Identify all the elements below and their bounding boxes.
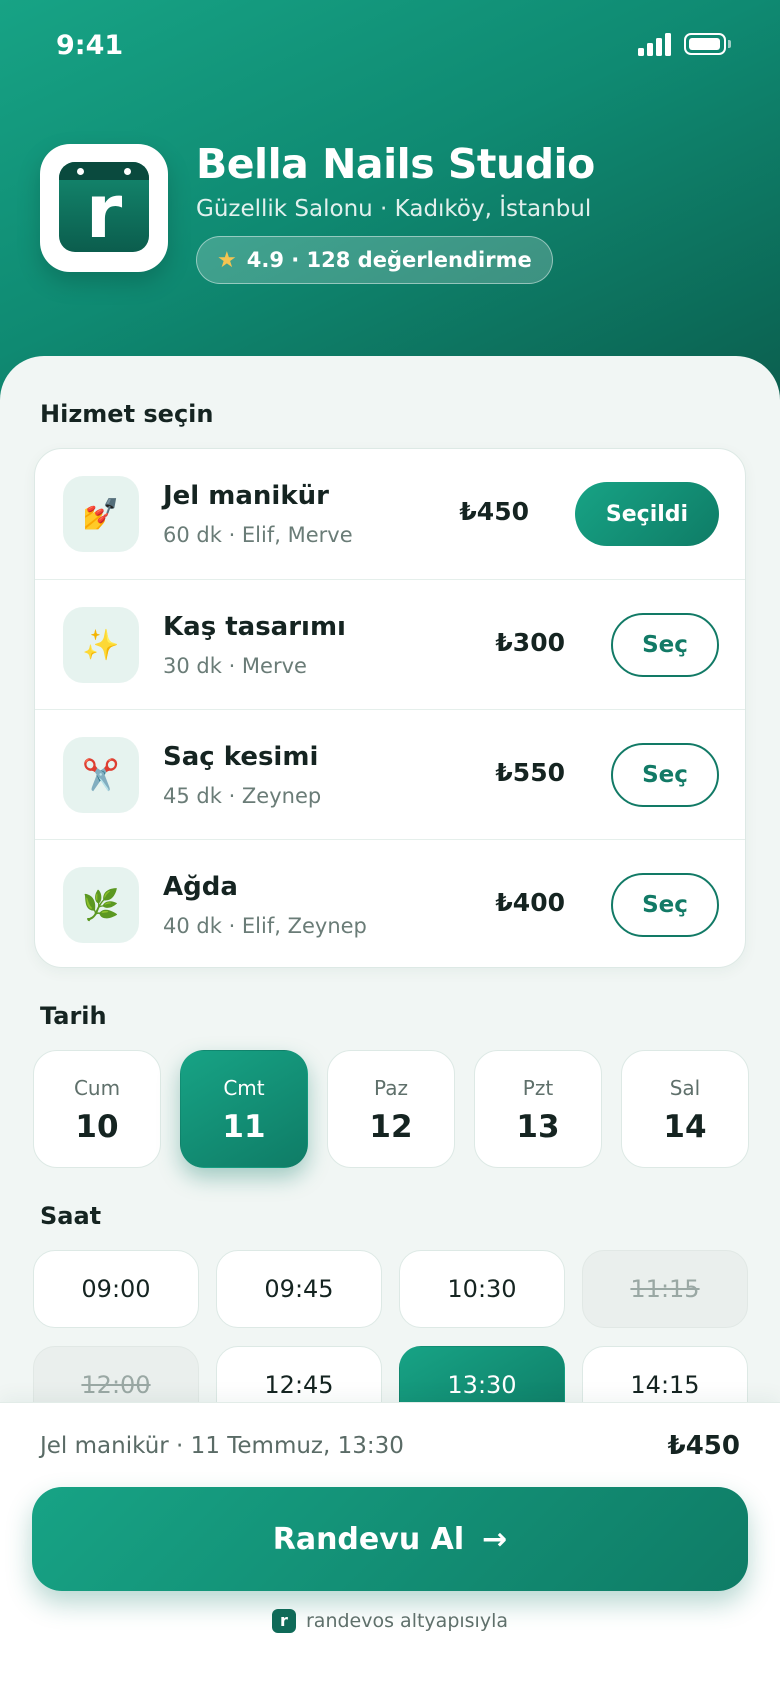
service-name: Jel manikür [163, 481, 329, 511]
booking-total: ₺450 [667, 1431, 740, 1461]
rating-text: 4.9 · 128 değerlendirme [246, 248, 532, 272]
service-price: ₺300 [495, 628, 565, 657]
selected-button[interactable]: Seçildi [575, 482, 719, 546]
date-option[interactable]: Cum 10 [33, 1050, 161, 1168]
star-icon: ★ [217, 247, 237, 273]
time-slot[interactable]: 10:30 [399, 1250, 565, 1328]
status-bar: 9:41 [0, 0, 780, 92]
select-button[interactable]: Seç [611, 873, 719, 937]
salon-subtitle: Güzellik Salonu · Kadıköy, İstanbul [196, 196, 592, 222]
date-weekday: Paz [374, 1076, 408, 1100]
salon-logo: r [40, 144, 168, 272]
nail-polish-icon: 💅 [63, 476, 139, 552]
service-price: ₺450 [459, 497, 529, 526]
powered-by[interactable]: r randevos altyapısıyla [0, 1609, 780, 1633]
service-meta: 40 dk · Elif, Zeynep [163, 914, 367, 938]
date-option[interactable]: Paz 12 [327, 1050, 455, 1168]
scissors-icon: ✂️ [63, 737, 139, 813]
service-item-jel-manikur[interactable]: 💅 Jel manikür 60 dk · Elif, Merve ₺450 S… [35, 449, 745, 579]
status-time: 9:41 [56, 30, 124, 61]
powered-by-text: randevos altyapısıyla [306, 1610, 508, 1632]
service-name: Ağda [163, 872, 238, 902]
time-slot-unavailable: 11:15 [582, 1250, 748, 1328]
service-price: ₺400 [495, 888, 565, 917]
time-slot[interactable]: 09:00 [33, 1250, 199, 1328]
book-appointment-button[interactable]: Randevu Al → [32, 1487, 748, 1591]
rating-badge[interactable]: ★ 4.9 · 128 değerlendirme [196, 236, 553, 284]
service-meta: 30 dk · Merve [163, 654, 307, 678]
time-title: Saat [40, 1202, 102, 1230]
signal-icon [638, 32, 672, 56]
date-weekday: Sal [669, 1076, 701, 1100]
service-name: Kaş tasarımı [163, 612, 346, 642]
date-weekday: Cmt [223, 1076, 265, 1100]
calendar-icon: r [59, 162, 149, 252]
date-weekday: Cum [73, 1076, 121, 1100]
service-meta: 45 dk · Zeynep [163, 784, 322, 808]
select-button[interactable]: Seç [611, 743, 719, 807]
service-price: ₺550 [495, 758, 565, 787]
service-list: 💅 Jel manikür 60 dk · Elif, Merve ₺450 S… [34, 448, 746, 968]
arrow-right-icon: → [482, 1521, 508, 1557]
date-day: 14 [663, 1109, 707, 1145]
service-item-agda[interactable]: 🌿 Ağda 40 dk · Elif, Zeynep ₺400 Seç [35, 839, 745, 967]
service-item-sac-kesimi[interactable]: ✂️ Saç kesimi 45 dk · Zeynep ₺550 Seç [35, 709, 745, 839]
battery-icon [684, 33, 731, 55]
randevos-logo-icon: r [272, 1609, 296, 1633]
date-day: 11 [222, 1109, 266, 1145]
sparkles-icon: ✨ [63, 607, 139, 683]
date-option[interactable]: Sal 14 [621, 1050, 749, 1168]
service-item-kas-tasarimi[interactable]: ✨ Kaş tasarımı 30 dk · Merve ₺300 Seç [35, 579, 745, 709]
time-slot[interactable]: 09:45 [216, 1250, 382, 1328]
select-button[interactable]: Seç [611, 613, 719, 677]
date-day: 13 [516, 1109, 560, 1145]
service-name: Saç kesimi [163, 742, 319, 772]
herb-icon: 🌿 [63, 867, 139, 943]
date-title: Tarih [40, 1002, 107, 1030]
service-meta: 60 dk · Elif, Merve [163, 523, 353, 547]
date-day: 10 [75, 1109, 119, 1145]
date-picker: Cum 10 Cmt 11 Paz 12 Pzt 13 Sal 14 [33, 1050, 749, 1168]
date-day: 12 [369, 1109, 413, 1145]
date-weekday: Pzt [522, 1076, 554, 1100]
booking-summary: Jel manikür · 11 Temmuz, 13:30 [40, 1433, 404, 1459]
date-option[interactable]: Pzt 13 [474, 1050, 602, 1168]
logo-letter: r [85, 169, 123, 255]
date-option-selected[interactable]: Cmt 11 [180, 1050, 308, 1168]
booking-summary-bar: Jel manikür · 11 Temmuz, 13:30 ₺450 Rand… [0, 1402, 780, 1688]
book-button-label: Randevu Al [272, 1521, 465, 1557]
salon-name: Bella Nails Studio [196, 140, 595, 188]
services-title: Hizmet seçin [40, 400, 214, 428]
